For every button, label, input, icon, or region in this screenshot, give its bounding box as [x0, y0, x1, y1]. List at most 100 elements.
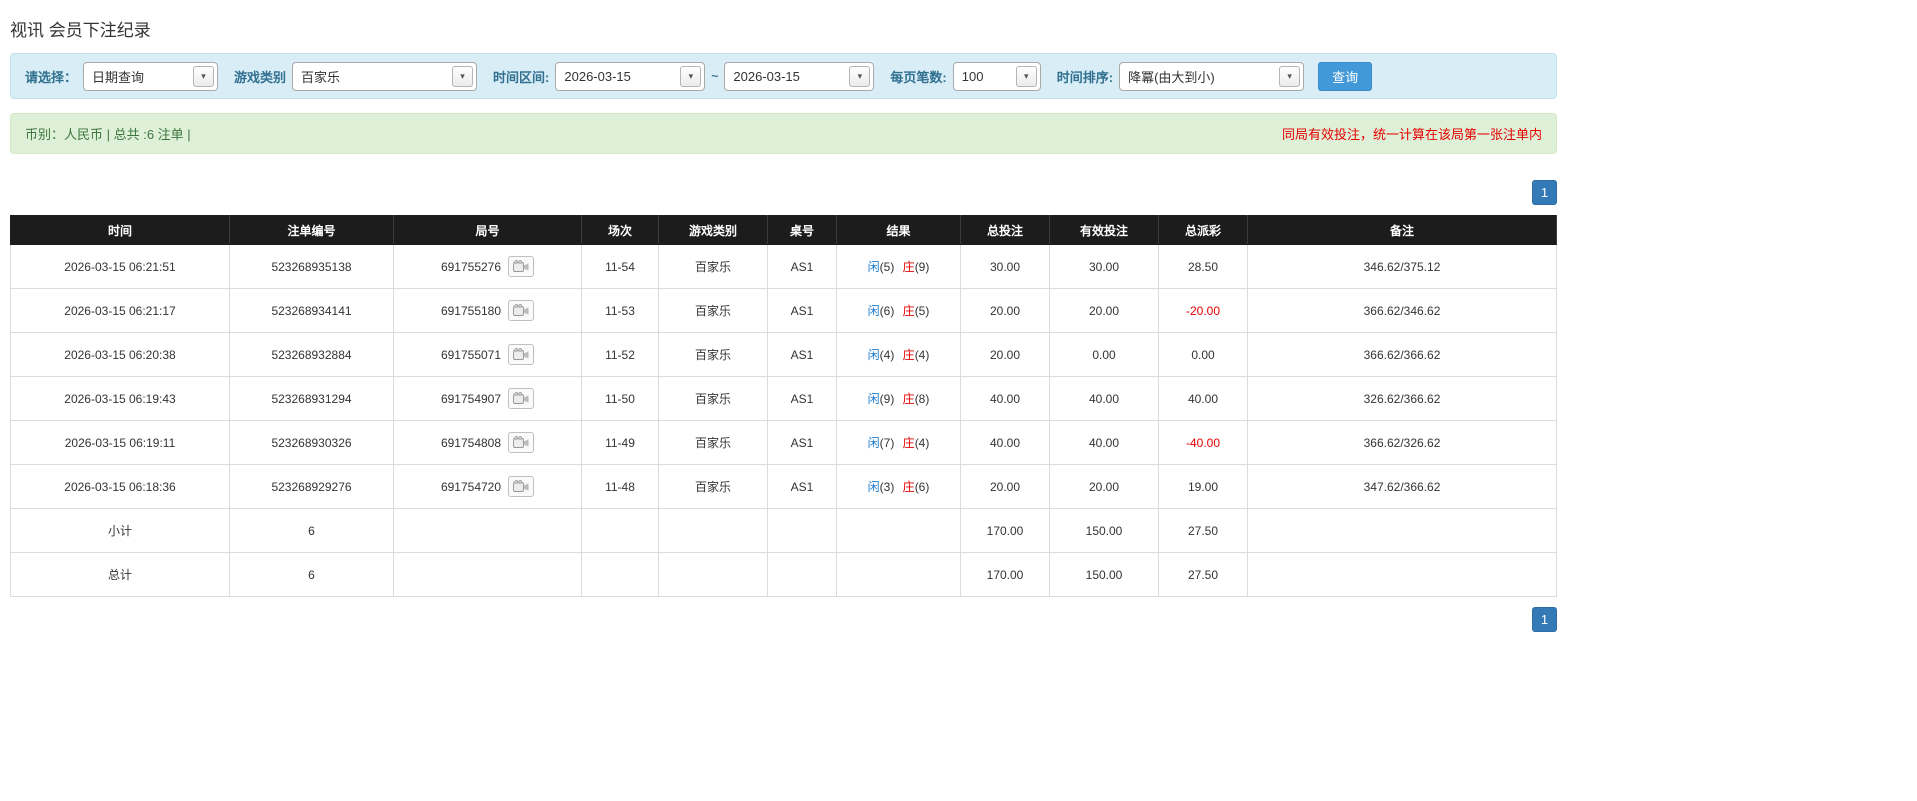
- header-table-no: 桌号: [767, 215, 837, 245]
- cell-time: 2026-03-15 06:21:51: [10, 244, 230, 289]
- round-number: 691754907: [440, 391, 502, 406]
- cell-round: 691755276: [393, 244, 582, 289]
- time-sort-label: 时间排序:: [1056, 69, 1114, 85]
- pagination-bottom: 1: [10, 607, 1557, 672]
- select-type-value: 日期查询: [92, 69, 145, 85]
- cell-valid-bet: 40.00: [1049, 376, 1159, 421]
- chevron-down-icon[interactable]: ▾: [193, 65, 215, 87]
- result-player-label: 闲: [867, 392, 880, 406]
- page-button-1[interactable]: 1: [1532, 180, 1557, 205]
- empty-cell: [836, 552, 961, 597]
- result-banker-label: 庄: [902, 436, 915, 450]
- result-player-label: 闲: [867, 260, 880, 274]
- chevron-down-icon[interactable]: ▾: [680, 65, 702, 87]
- game-type-label: 游戏类别: [234, 69, 287, 85]
- cell-time: 2026-03-15 06:19:43: [10, 376, 230, 421]
- page-size-dropdown[interactable]: 100 ▾: [952, 61, 1041, 91]
- subtotal-total-bet: 170.00: [960, 508, 1050, 553]
- chevron-down-icon[interactable]: ▾: [1015, 65, 1037, 87]
- cell-session: 11-49: [581, 420, 659, 465]
- select-type-label: 请选择：: [25, 69, 78, 85]
- video-replay-icon[interactable]: [508, 256, 535, 277]
- round-number: 691755180: [440, 303, 502, 318]
- header-time: 时间: [10, 215, 230, 245]
- date-from-dropdown[interactable]: 2026-03-15 ▾: [555, 61, 706, 91]
- total-valid-bet: 150.00: [1049, 552, 1159, 597]
- table-row: 2026-03-15 06:20:38 523268932884 6917550…: [10, 332, 1557, 377]
- filter-bar: 请选择： 日期查询 ▾ 游戏类别 百家乐 ▾ 时间区间: 2026-03-15 …: [10, 53, 1557, 99]
- cell-valid-bet: 20.00: [1049, 288, 1159, 333]
- cell-payout: 19.00: [1158, 464, 1248, 509]
- cell-payout: -20.00: [1158, 288, 1248, 333]
- cell-time: 2026-03-15 06:21:17: [10, 288, 230, 333]
- cell-total-bet[interactable]: 20.00: [960, 288, 1050, 333]
- date-to-value: 2026-03-15: [733, 68, 800, 84]
- video-replay-icon[interactable]: [508, 300, 535, 321]
- result-banker-label: 庄: [902, 348, 915, 362]
- result-banker-label: 庄: [902, 392, 915, 406]
- total-total-bet: 170.00: [960, 552, 1050, 597]
- empty-cell: [393, 552, 582, 597]
- cell-result: 闲(4) 庄(4): [836, 332, 961, 377]
- chevron-down-icon[interactable]: ▾: [452, 65, 474, 87]
- empty-cell: [1247, 508, 1557, 553]
- round-number: 691755071: [440, 347, 502, 362]
- search-button[interactable]: 查询: [1318, 61, 1373, 91]
- cell-valid-bet: 30.00: [1049, 244, 1159, 289]
- cell-round: 691754907: [393, 376, 582, 421]
- date-to-dropdown[interactable]: 2026-03-15 ▾: [724, 61, 875, 91]
- cell-total-bet[interactable]: 20.00: [960, 332, 1050, 377]
- header-valid-bet: 有效投注: [1049, 215, 1159, 245]
- result-banker-score: (6): [914, 480, 930, 494]
- cell-result: 闲(5) 庄(9): [836, 244, 961, 289]
- select-type-dropdown[interactable]: 日期查询 ▾: [83, 61, 219, 91]
- cell-bet-id: 523268929276: [229, 464, 394, 509]
- video-replay-icon[interactable]: [508, 344, 535, 365]
- time-range-label: 时间区间:: [493, 69, 550, 85]
- cell-session: 11-54: [581, 244, 659, 289]
- time-sort-value: 降冪(由大到小): [1128, 69, 1215, 85]
- cell-total-bet[interactable]: 20.00: [960, 464, 1050, 509]
- chevron-down-icon[interactable]: ▾: [849, 65, 871, 87]
- subtotal-payout: 27.50: [1158, 508, 1248, 553]
- result-player-label: 闲: [867, 480, 880, 494]
- table-row-highlighted: 2026-03-15 06:19:11 523268930326 6917548…: [10, 420, 1557, 465]
- result-player-score: (9): [879, 392, 895, 406]
- empty-cell: [581, 508, 659, 553]
- header-result: 结果: [836, 215, 961, 245]
- subtotal-label: 小计: [10, 508, 230, 553]
- page-size-value: 100: [961, 68, 984, 84]
- round-number: 691754808: [440, 435, 502, 450]
- page-size-label: 每页笔数:: [890, 69, 947, 85]
- subtotal-count: 6: [229, 508, 394, 553]
- cell-note: 346.62/375.12: [1247, 244, 1557, 289]
- cell-total-bet[interactable]: 40.00: [960, 376, 1050, 421]
- empty-cell: [836, 508, 961, 553]
- result-player-score: (5): [879, 260, 895, 274]
- video-replay-icon[interactable]: [508, 476, 535, 497]
- cell-bet-id: 523268930326: [229, 420, 394, 465]
- cell-total-bet[interactable]: 40.00: [960, 420, 1050, 465]
- subtotal-valid-bet: 150.00: [1049, 508, 1159, 553]
- cell-table-no: AS1: [767, 420, 837, 465]
- summary-notice: 同局有效投注，统一计算在该局第一张注单内: [1281, 127, 1542, 142]
- table-header: 时间 注单编号 局号 场次 游戏类别 桌号 结果 总投注 有效投注 总派彩 备注: [10, 215, 1557, 245]
- cell-total-bet[interactable]: 30.00: [960, 244, 1050, 289]
- page-root: 视讯 会员下注纪录 请选择： 日期查询 ▾ 游戏类别 百家乐 ▾ 时间区间: 2…: [10, 16, 1557, 672]
- video-replay-icon[interactable]: [508, 432, 535, 453]
- result-banker-score: (5): [914, 304, 930, 318]
- cell-valid-bet: 40.00: [1049, 420, 1159, 465]
- cell-round: 691755071: [393, 332, 582, 377]
- cell-round: 691755180: [393, 288, 582, 333]
- cell-note: 347.62/366.62: [1247, 464, 1557, 509]
- chevron-down-icon[interactable]: ▾: [1279, 65, 1301, 87]
- video-replay-icon[interactable]: [508, 388, 535, 409]
- page-button-1[interactable]: 1: [1532, 607, 1557, 632]
- time-sort-dropdown[interactable]: 降冪(由大到小) ▾: [1119, 61, 1305, 91]
- betting-records-table: 时间 注单编号 局号 场次 游戏类别 桌号 结果 总投注 有效投注 总派彩 备注…: [10, 215, 1557, 597]
- cell-game-type: 百家乐: [658, 332, 768, 377]
- cell-time: 2026-03-15 06:19:11: [10, 420, 230, 465]
- result-banker-label: 庄: [902, 480, 915, 494]
- cell-valid-bet: 0.00: [1049, 332, 1159, 377]
- game-type-dropdown[interactable]: 百家乐 ▾: [292, 61, 478, 91]
